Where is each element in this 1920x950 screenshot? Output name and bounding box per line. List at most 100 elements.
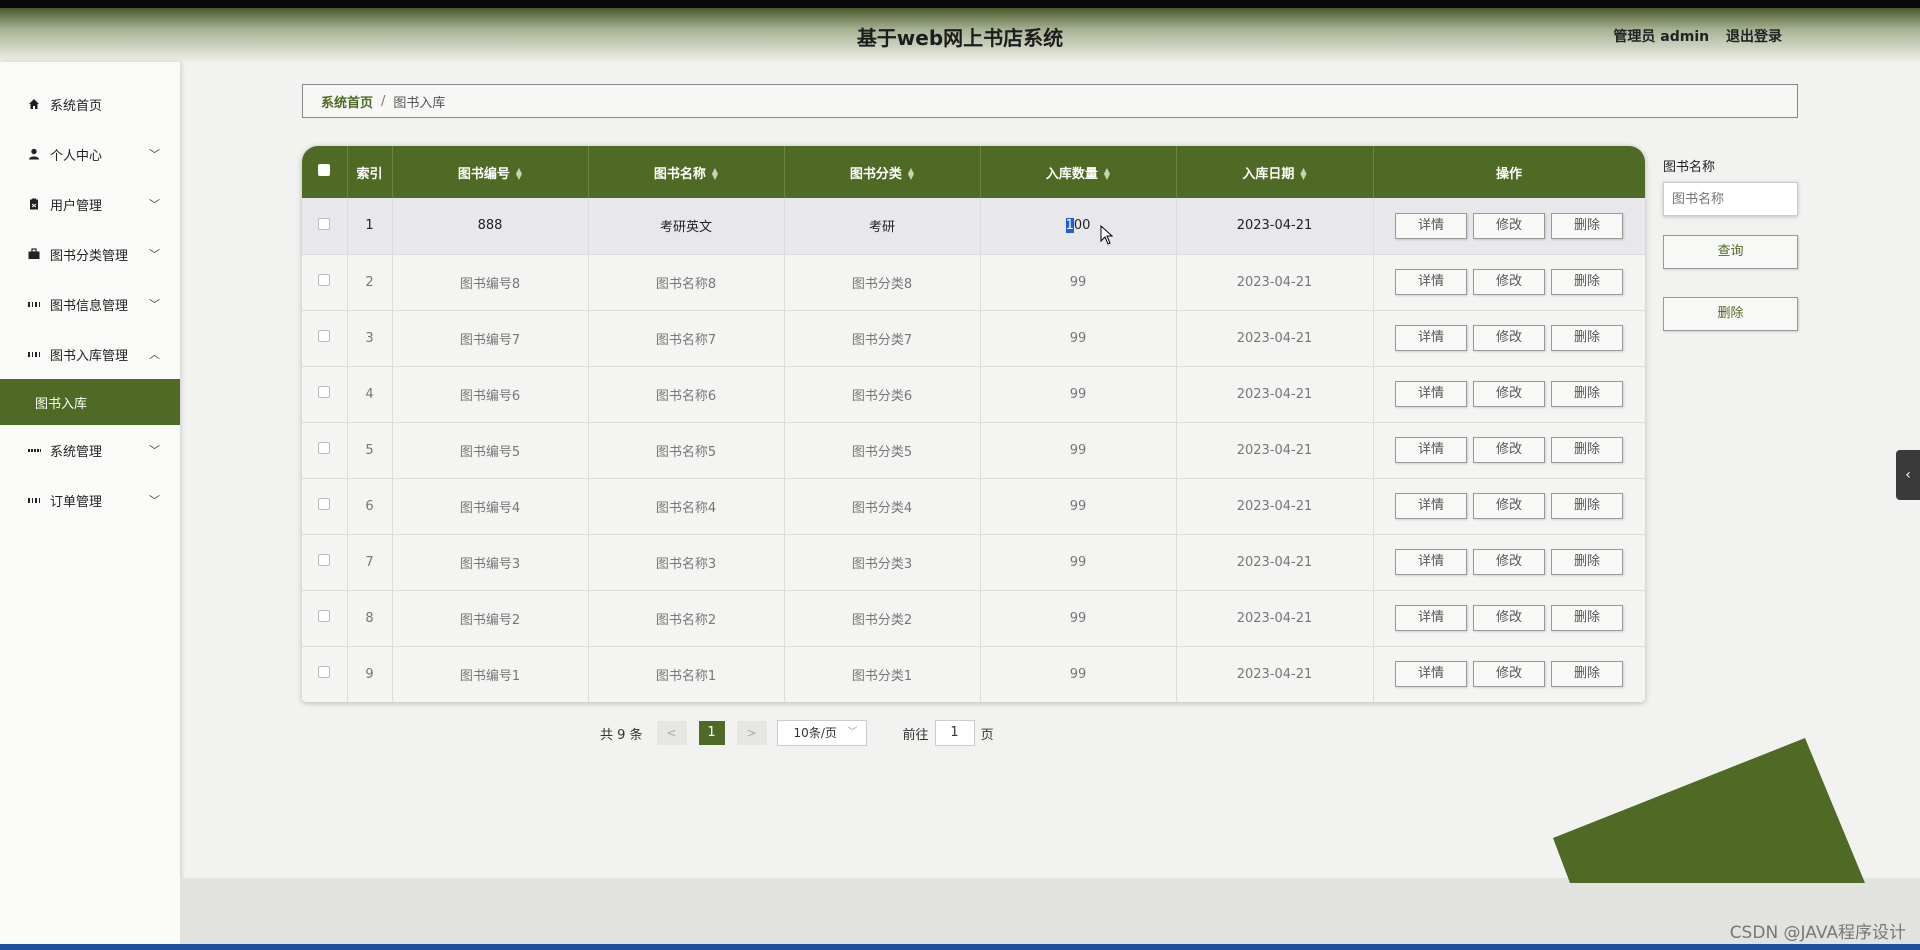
cell-book-no: 图书编号2 xyxy=(392,590,589,647)
row-checkbox[interactable] xyxy=(318,610,331,622)
cell-qty: 99 xyxy=(980,310,1177,367)
detail-button[interactable]: 详情 xyxy=(1395,212,1467,239)
col-header-book-name[interactable]: 图书名称 ▲ ▼ xyxy=(588,146,785,198)
delete-button[interactable]: 删除 xyxy=(1551,549,1623,575)
sidebar-subitem-stock-in[interactable]: 图书入库 xyxy=(0,379,180,425)
delete-button[interactable]: 删除 xyxy=(1551,605,1623,631)
col-header-book-no[interactable]: 图书编号 ▲ ▼ xyxy=(392,146,589,198)
edit-button[interactable]: 修改 xyxy=(1473,493,1545,519)
col-header-label: 图书编号 xyxy=(457,166,510,182)
select-all-checkbox[interactable] xyxy=(318,164,331,176)
cell-actions: 详情 修改 删除 xyxy=(1373,534,1645,591)
cell-category: 图书分类6 xyxy=(784,366,981,423)
cell-qty: 99 xyxy=(980,590,1177,647)
sidebar-item-stock-in-mgmt[interactable]: 图书入库管理 ︿ xyxy=(0,329,180,379)
breadcrumb: 系统首页 / 图书入库 xyxy=(302,84,1798,118)
cell-book-no: 图书编号5 xyxy=(392,422,589,479)
batch-delete-button[interactable]: 删除 xyxy=(1663,297,1798,331)
cell-book-name: 图书名称6 xyxy=(588,366,785,423)
table-row[interactable]: 5 图书编号5 图书名称5 图书分类5 99 2023-04-21 详情 修改 删除 xyxy=(302,422,1645,479)
detail-button[interactable]: 详情 xyxy=(1395,605,1467,631)
delete-button[interactable]: 删除 xyxy=(1551,493,1623,519)
edit-button[interactable]: 修改 xyxy=(1473,661,1545,687)
sidebar-item-home[interactable]: 系统首页 xyxy=(0,79,180,129)
cell-index: 7 xyxy=(347,534,393,591)
edit-button[interactable]: 修改 xyxy=(1473,605,1545,631)
pager-current-page[interactable]: 1 xyxy=(698,721,725,745)
row-checkbox[interactable] xyxy=(318,442,331,454)
cell-actions: 详情 修改 删除 xyxy=(1373,646,1645,702)
query-button[interactable]: 查询 xyxy=(1663,235,1798,269)
row-checkbox[interactable] xyxy=(318,217,331,230)
sort-icon[interactable]: ▲ ▼ xyxy=(1104,167,1110,181)
sidebar-item-book-info[interactable]: 图书信息管理 ﹀ xyxy=(0,279,180,329)
sidebar-item-orders[interactable]: 订单管理 ﹀ xyxy=(0,475,180,525)
delete-button[interactable]: 删除 xyxy=(1551,325,1623,351)
detail-button[interactable]: 详情 xyxy=(1395,437,1467,463)
edit-button[interactable]: 修改 xyxy=(1473,381,1545,407)
delete-button[interactable]: 删除 xyxy=(1551,269,1623,295)
detail-button[interactable]: 详情 xyxy=(1395,549,1467,575)
sort-icon[interactable]: ▲ ▼ xyxy=(1300,167,1306,181)
data-table: 索引 图书编号 ▲ ▼ 图书名称 ▲ ▼ 图书分类 ▲ ▼ 入库数量 ▲ ▼ 入库日期 ▲ ▼ 操作… xyxy=(302,146,1645,702)
delete-button[interactable]: 删除 xyxy=(1551,381,1623,407)
search-input[interactable] xyxy=(1663,182,1798,216)
sidebar-item-system[interactable]: 系统管理 ﹀ xyxy=(0,425,180,475)
breadcrumb-home[interactable]: 系统首页 xyxy=(321,92,373,111)
user-area: 管理员 admin 退出登录 xyxy=(1613,26,1782,46)
pager-prev-button[interactable]: < xyxy=(656,721,687,745)
chevron-down-icon: ﹀ xyxy=(149,198,160,211)
detail-button[interactable]: 详情 xyxy=(1395,269,1467,295)
table-row[interactable]: 6 图书编号4 图书名称4 图书分类4 99 2023-04-21 详情 修改 删除 xyxy=(302,478,1645,535)
detail-button[interactable]: 详情 xyxy=(1395,381,1467,407)
cell-category: 图书分类1 xyxy=(784,646,981,702)
edit-button[interactable]: 修改 xyxy=(1473,269,1545,295)
cell-date: 2023-04-21 xyxy=(1176,310,1374,367)
edit-button[interactable]: 修改 xyxy=(1473,549,1545,575)
col-header-label: 入库数量 xyxy=(1045,166,1098,182)
table-row[interactable]: 1 888 考研英文 考研 100 2023-04-21 详情 修改 删除 xyxy=(302,198,1645,255)
table-row[interactable]: 2 图书编号8 图书名称8 图书分类8 99 2023-04-21 详情 修改 删除 xyxy=(302,254,1645,311)
sidebar-item-book-category[interactable]: 图书分类管理 ﹀ xyxy=(0,229,180,279)
sidebar-item-users[interactable]: 用户管理 ﹀ xyxy=(0,179,180,229)
edit-button[interactable]: 修改 xyxy=(1473,325,1545,351)
cell-actions: 详情 修改 删除 xyxy=(1373,254,1645,311)
table-row[interactable]: 8 图书编号2 图书名称2 图书分类2 99 2023-04-21 详情 修改 删除 xyxy=(302,590,1645,647)
cell-book-name: 图书名称2 xyxy=(588,590,785,647)
pager-goto-input[interactable]: 1 xyxy=(934,720,975,746)
row-checkbox[interactable] xyxy=(318,386,331,398)
delete-button[interactable]: 删除 xyxy=(1551,212,1623,239)
detail-button[interactable]: 详情 xyxy=(1395,493,1467,519)
row-checkbox[interactable] xyxy=(318,666,331,678)
table-row[interactable]: 3 图书编号7 图书名称7 图书分类7 99 2023-04-21 详情 修改 删除 xyxy=(302,310,1645,367)
cell-actions: 详情 修改 删除 xyxy=(1373,310,1645,367)
delete-button[interactable]: 删除 xyxy=(1551,437,1623,463)
col-header-qty[interactable]: 入库数量 ▲ ▼ xyxy=(980,146,1177,198)
page-size-select[interactable]: 10条/页 ﹀ xyxy=(776,720,867,746)
row-checkbox[interactable] xyxy=(318,274,331,286)
delete-button[interactable]: 删除 xyxy=(1551,661,1623,687)
table-row[interactable]: 4 图书编号6 图书名称6 图书分类6 99 2023-04-21 详情 修改 删除 xyxy=(302,366,1645,423)
table-row[interactable]: 7 图书编号3 图书名称3 图书分类3 99 2023-04-21 详情 修改 删除 xyxy=(302,534,1645,591)
decorative-shape xyxy=(1553,738,1865,883)
col-header-date[interactable]: 入库日期 ▲ ▼ xyxy=(1176,146,1374,198)
sort-icon[interactable]: ▲ ▼ xyxy=(516,167,522,181)
edit-button[interactable]: 修改 xyxy=(1473,212,1545,239)
detail-button[interactable]: 详情 xyxy=(1395,661,1467,687)
cell-index: 1 xyxy=(347,198,393,255)
cell-category: 图书分类4 xyxy=(784,478,981,535)
qty-value: 99 xyxy=(1069,274,1087,290)
sidebar-item-profile[interactable]: 个人中心 ﹀ xyxy=(0,129,180,179)
collapse-panel-tab[interactable]: ‹ xyxy=(1896,450,1920,500)
row-checkbox[interactable] xyxy=(318,498,331,510)
edit-button[interactable]: 修改 xyxy=(1473,437,1545,463)
logout-link[interactable]: 退出登录 xyxy=(1726,29,1782,45)
detail-button[interactable]: 详情 xyxy=(1395,325,1467,351)
row-checkbox[interactable] xyxy=(318,330,331,342)
pager-next-button[interactable]: > xyxy=(736,721,767,745)
table-row[interactable]: 9 图书编号1 图书名称1 图书分类1 99 2023-04-21 详情 修改 删除 xyxy=(302,646,1645,702)
sort-icon[interactable]: ▲ ▼ xyxy=(908,167,914,181)
col-header-category[interactable]: 图书分类 ▲ ▼ xyxy=(784,146,981,198)
row-checkbox[interactable] xyxy=(318,554,331,566)
sort-icon[interactable]: ▲ ▼ xyxy=(712,167,718,181)
